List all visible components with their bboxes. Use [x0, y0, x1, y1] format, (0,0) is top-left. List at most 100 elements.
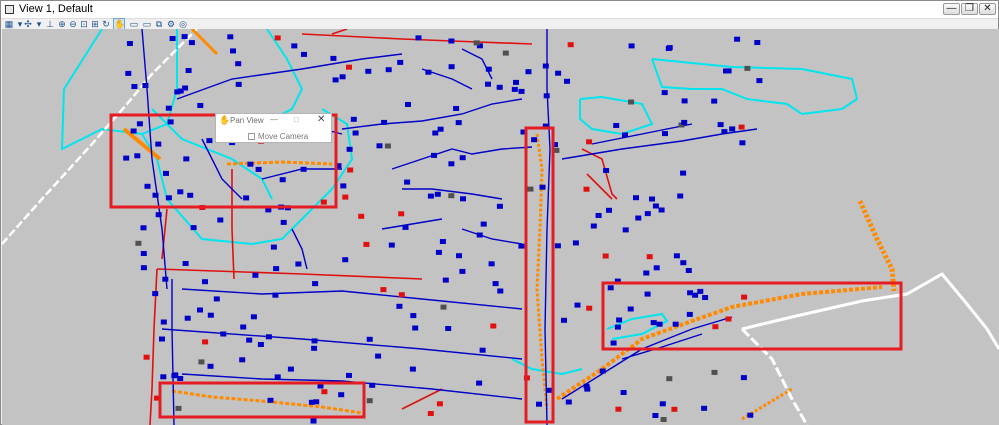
- node-marker: [287, 366, 294, 372]
- node-marker: [440, 304, 447, 310]
- node-marker: [239, 357, 246, 363]
- zoom-out-icon[interactable]: ⊖: [68, 19, 78, 29]
- node-marker: [739, 140, 746, 146]
- node-marker: [652, 413, 659, 418]
- node-marker: [448, 38, 455, 44]
- node-marker: [622, 227, 629, 233]
- node-marker: [202, 339, 209, 345]
- move-camera-checkbox[interactable]: [248, 133, 255, 140]
- node-marker: [197, 103, 204, 108]
- view-previous-icon[interactable]: ▭: [129, 19, 139, 29]
- node-marker: [213, 296, 220, 302]
- node-marker: [448, 193, 455, 199]
- display-style-icon[interactable]: ✣: [23, 19, 33, 29]
- view-next-icon[interactable]: ▭: [142, 19, 152, 29]
- node-marker: [159, 336, 165, 342]
- node-marker: [754, 40, 761, 45]
- node-marker: [152, 192, 159, 198]
- node-marker: [140, 225, 147, 231]
- pan-view-dialog[interactable]: ✋ Pan View — □ ✕ Move Camera: [215, 113, 332, 143]
- pan-view-minimize-button[interactable]: —: [270, 115, 278, 124]
- blue-line: [171, 279, 175, 425]
- node-marker: [686, 311, 693, 317]
- node-marker: [365, 68, 372, 74]
- node-marker: [427, 193, 434, 199]
- node-marker: [635, 215, 642, 221]
- blue-line: [181, 288, 523, 310]
- node-marker: [185, 68, 192, 73]
- node-marker: [513, 79, 519, 85]
- node-marker: [511, 86, 518, 92]
- node-marker: [717, 122, 724, 128]
- minimize-button[interactable]: —: [943, 3, 960, 15]
- node-marker: [729, 126, 736, 132]
- node-marker: [439, 239, 446, 244]
- pan-view-close-button[interactable]: ✕: [317, 114, 325, 125]
- blue-network: [141, 29, 758, 425]
- node-marker: [340, 183, 347, 189]
- blue-line: [141, 29, 168, 290]
- node-marker: [272, 292, 279, 298]
- node-marker: [167, 119, 174, 125]
- node-marker: [455, 120, 462, 126]
- orange-hatch: [190, 29, 219, 56]
- window-area-icon[interactable]: ⊡: [79, 19, 89, 29]
- node-marker: [396, 303, 403, 309]
- node-marker: [143, 354, 150, 360]
- pan-view-maximize-button[interactable]: □: [294, 115, 299, 124]
- node-marker: [685, 268, 692, 273]
- node-marker: [246, 337, 253, 343]
- node-marker: [650, 320, 657, 326]
- zoom-in-icon[interactable]: ⊕: [57, 19, 67, 29]
- node-marker: [660, 417, 667, 422]
- node-marker: [142, 83, 149, 88]
- node-marker: [160, 374, 167, 380]
- node-marker: [525, 69, 532, 75]
- node-marker: [599, 368, 606, 374]
- dropdown-arrow-icon[interactable]: ▾: [34, 19, 44, 29]
- view-toggle-icon[interactable]: ◎: [178, 19, 188, 29]
- node-marker: [615, 406, 622, 412]
- node-marker: [497, 288, 504, 294]
- node-marker: [518, 243, 525, 249]
- node-marker: [492, 281, 499, 287]
- node-marker: [235, 61, 242, 67]
- node-marker: [171, 373, 178, 379]
- node-marker: [397, 59, 404, 65]
- node-marker: [183, 156, 190, 162]
- node-marker: [207, 363, 214, 369]
- camera-icon[interactable]: ⚙: [166, 19, 176, 29]
- node-marker: [404, 179, 411, 185]
- node-marker: [330, 55, 337, 61]
- fit-view-icon[interactable]: ⊞: [90, 19, 100, 29]
- node-marker: [177, 376, 184, 381]
- node-marker: [555, 70, 562, 76]
- node-marker: [565, 399, 572, 405]
- restore-button[interactable]: ❐: [961, 3, 978, 15]
- close-button[interactable]: ✕: [979, 3, 996, 15]
- node-marker: [273, 266, 280, 272]
- node-marker: [152, 291, 159, 297]
- node-marker: [398, 292, 405, 298]
- title-bar[interactable]: View 1, Default — ❐ ✕: [1, 1, 998, 19]
- rotate-view-icon[interactable]: ↻: [101, 19, 111, 29]
- node-marker: [666, 376, 673, 382]
- drawing-canvas[interactable]: ✋ Pan View — □ ✕ Move Camera: [2, 29, 999, 425]
- update-view-icon[interactable]: ⊥: [45, 19, 55, 29]
- blue-line: [161, 328, 523, 360]
- view-window-icon: [5, 5, 14, 14]
- node-marker: [480, 221, 487, 227]
- red-line: [331, 29, 348, 35]
- node-marker: [165, 105, 172, 111]
- copy-view-icon[interactable]: ⧉: [154, 19, 164, 29]
- view-attributes-icon[interactable]: ▦: [4, 19, 14, 29]
- node-marker: [586, 139, 593, 145]
- node-marker: [131, 84, 138, 89]
- node-marker: [369, 382, 376, 388]
- orange-hatch: [857, 199, 897, 292]
- node-marker: [711, 369, 718, 375]
- network-map[interactable]: [2, 29, 999, 425]
- window-title: View 1, Default: [19, 3, 93, 15]
- pan-view-icon[interactable]: ✋: [113, 18, 125, 30]
- node-marker: [561, 317, 567, 323]
